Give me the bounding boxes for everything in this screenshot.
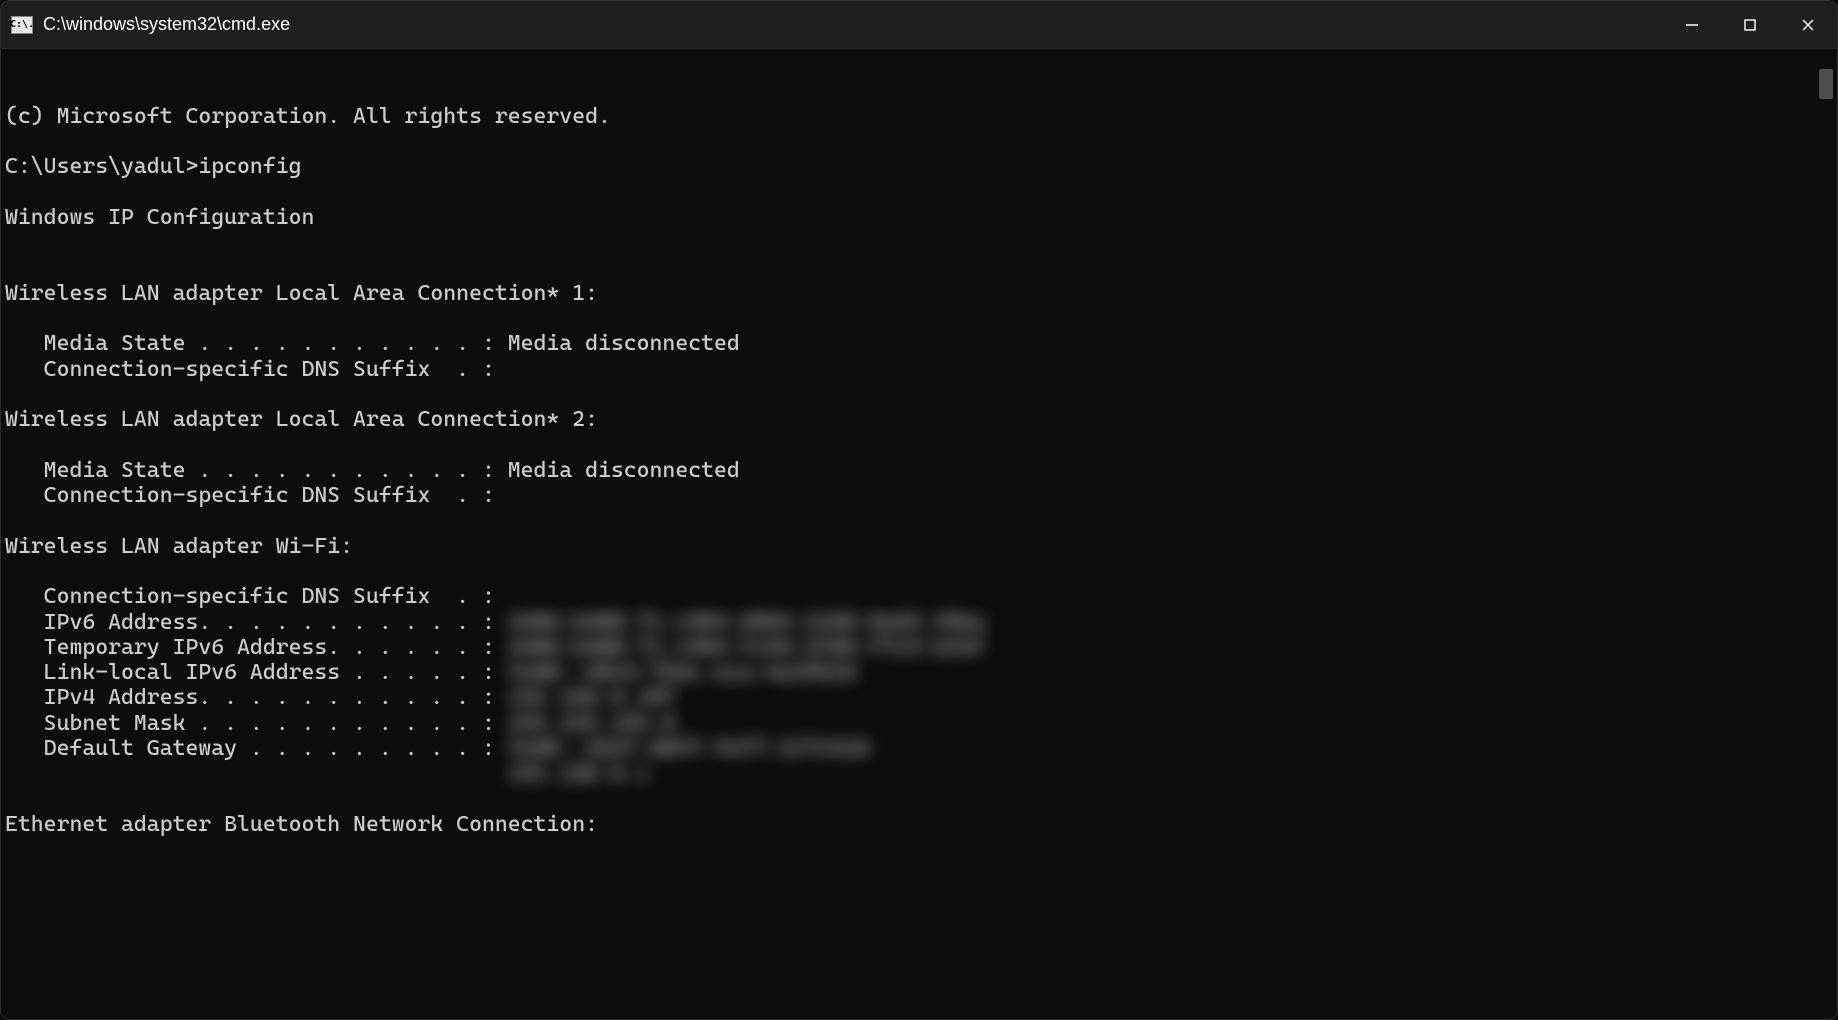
adapter-property: Default Gateway . . . . . . . . . : fe80… (5, 736, 1829, 761)
adapter-property: Media State . . . . . . . . . . . : Medi… (5, 458, 1829, 483)
adapter-header: Ethernet adapter Bluetooth Network Conne… (5, 812, 1829, 837)
adapter-property: IPv4 Address. . . . . . . . . . . : 192.… (5, 685, 1829, 710)
adapter-property: 192.168.0.1 (5, 761, 1829, 786)
window-title: C:\windows\system32\cmd.exe (43, 14, 290, 35)
adapter-property: IPv6 Address. . . . . . . . . . . : 2406… (5, 610, 1829, 635)
adapter-property: Subnet Mask . . . . . . . . . . . : 255.… (5, 711, 1829, 736)
terminal-output[interactable]: (c) Microsoft Corporation. All rights re… (1, 49, 1837, 1019)
scrollbar-thumb[interactable] (1819, 69, 1833, 99)
adapter-header: Wireless LAN adapter Local Area Connecti… (5, 407, 1829, 432)
terminal-line (5, 382, 1829, 407)
ipconfig-heading: Windows IP Configuration (5, 205, 1829, 230)
title-left: C:\. C:\windows\system32\cmd.exe (11, 14, 290, 35)
terminal-line (5, 129, 1829, 154)
terminal-line (5, 179, 1829, 204)
prompt-line: C:\Users\yadul>ipconfig (5, 154, 1829, 179)
minimize-button[interactable] (1663, 1, 1721, 48)
redacted-value: 192.168.0.1 (508, 761, 650, 786)
terminal-line (5, 306, 1829, 331)
cmd-window: C:\. C:\windows\system32\cmd.exe (0, 0, 1838, 1020)
adapter-property: Link-local IPv6 Address . . . . . : fe80… (5, 660, 1829, 685)
titlebar[interactable]: C:\. C:\windows\system32\cmd.exe (1, 1, 1837, 49)
redacted-value: 2406:b400:71:c984:d964:2240:8e65:39ba (508, 610, 985, 635)
redacted-value: 255.255.255.0 (508, 711, 676, 736)
minimize-icon (1685, 18, 1699, 32)
scrollbar-track[interactable] (1819, 57, 1833, 1011)
copyright-line: (c) Microsoft Corporation. All rights re… (5, 104, 1829, 129)
cmd-icon: C:\. (11, 16, 33, 34)
terminal-line (5, 432, 1829, 457)
terminal-line (5, 255, 1829, 280)
close-button[interactable] (1779, 1, 1837, 48)
maximize-button[interactable] (1721, 1, 1779, 48)
redacted-value: 192.168.0.107 (508, 685, 676, 710)
close-icon (1801, 18, 1815, 32)
maximize-icon (1743, 18, 1757, 32)
terminal-line (5, 787, 1829, 812)
redacted-value: fe80::262f:d0ff:fef7:217c%10 (508, 736, 869, 761)
terminal-line (5, 559, 1829, 584)
adapter-property: Temporary IPv6 Address. . . . . . : 2406… (5, 635, 1829, 660)
adapter-property: Connection-specific DNS Suffix . : (5, 357, 1829, 382)
adapter-header: Wireless LAN adapter Local Area Connecti… (5, 281, 1829, 306)
terminal-line (5, 508, 1829, 533)
window-controls (1663, 1, 1837, 48)
adapter-header: Wireless LAN adapter Wi-Fi: (5, 534, 1829, 559)
redacted-value: fe80::4014:75dc:eca:4a39%10 (508, 660, 856, 685)
adapter-property: Connection-specific DNS Suffix . : (5, 483, 1829, 508)
adapter-property: Media State . . . . . . . . . . . : Medi… (5, 331, 1829, 356)
redacted-value: 2406:b400:71:c984:fc9d:2f80:f7c9:b24f (508, 635, 985, 660)
adapter-property: Connection-specific DNS Suffix . : (5, 584, 1829, 609)
terminal-line (5, 230, 1829, 255)
